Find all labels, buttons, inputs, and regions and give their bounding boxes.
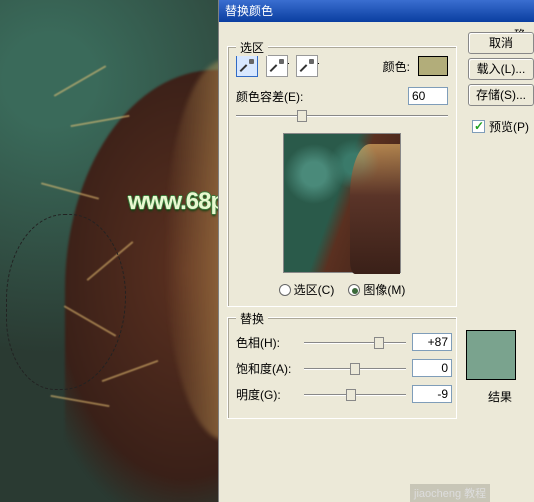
dialog-button-column: 取消 载入(L)... 存储(S)... 预览(P) bbox=[468, 32, 534, 135]
dialog-title: 替换颜色 bbox=[219, 0, 534, 22]
image-canvas[interactable]: www.68ps.com bbox=[0, 0, 225, 502]
fuzziness-input[interactable] bbox=[408, 87, 448, 105]
load-button[interactable]: 载入(L)... bbox=[468, 58, 534, 80]
sampled-color-swatch[interactable] bbox=[418, 56, 448, 76]
preview-radio-image-label: 图像(M) bbox=[363, 281, 405, 298]
save-button[interactable]: 存储(S)... bbox=[468, 84, 534, 106]
hue-input[interactable] bbox=[412, 333, 452, 351]
fuzziness-label: 颜色容差(E): bbox=[236, 88, 303, 105]
cancel-button[interactable]: 取消 bbox=[468, 32, 534, 54]
lightness-input[interactable] bbox=[412, 385, 452, 403]
eyedropper-subtract-button[interactable] bbox=[296, 55, 318, 77]
eyedropper-add-button[interactable] bbox=[266, 55, 288, 77]
result-color-swatch[interactable] bbox=[466, 330, 516, 380]
hue-slider[interactable] bbox=[304, 334, 406, 352]
hue-slider-thumb[interactable] bbox=[374, 337, 384, 349]
preview-radio-image[interactable]: 图像(M) bbox=[348, 281, 405, 298]
hue-label: 色相(H): bbox=[236, 334, 298, 351]
lightness-slider-thumb[interactable] bbox=[346, 389, 356, 401]
lightness-slider[interactable] bbox=[304, 386, 406, 404]
fuzziness-slider-thumb[interactable] bbox=[297, 110, 307, 122]
preview-checkbox[interactable] bbox=[472, 120, 485, 133]
color-label: 颜色: bbox=[383, 58, 410, 75]
eyedropper-row: 颜色: bbox=[236, 55, 448, 77]
watermark-68ps: www.68ps.com bbox=[128, 188, 225, 216]
lightness-label: 明度(G): bbox=[236, 386, 298, 403]
saturation-slider-thumb[interactable] bbox=[350, 363, 360, 375]
replace-group-label: 替换 bbox=[236, 310, 268, 327]
preview-thumbnail[interactable] bbox=[283, 133, 401, 273]
saturation-label: 饱和度(A): bbox=[236, 360, 298, 377]
saturation-slider[interactable] bbox=[304, 360, 406, 378]
selection-group-label: 选区 bbox=[236, 39, 268, 56]
preview-radio-selection[interactable]: 选区(C) bbox=[279, 281, 335, 298]
preview-checkbox-row[interactable]: 预览(P) bbox=[468, 118, 534, 135]
saturation-row: 饱和度(A): bbox=[236, 358, 452, 378]
watermark-bottom: jiaocheng 教程 bbox=[410, 484, 490, 502]
replace-group: 替换 色相(H): 饱和度(A): 明度(G): bbox=[227, 317, 457, 419]
result-label: 结果 bbox=[488, 388, 512, 405]
lightness-row: 明度(G): bbox=[236, 384, 452, 404]
fuzziness-slider[interactable] bbox=[236, 107, 448, 125]
hue-row: 色相(H): bbox=[236, 332, 452, 352]
saturation-input[interactable] bbox=[412, 359, 452, 377]
preview-radio-selection-label: 选区(C) bbox=[294, 281, 335, 298]
eyedropper-button[interactable] bbox=[236, 55, 258, 77]
selection-group: 选区 颜色: 颜色容差(E): 选区(C) bbox=[227, 46, 457, 307]
replace-color-dialog: 替换颜色 确 选区 颜色: 颜色容差(E): 选区(C) bbox=[218, 0, 534, 502]
preview-mode-radios: 选区(C) 图像(M) bbox=[236, 281, 448, 298]
preview-checkbox-label: 预览(P) bbox=[489, 118, 529, 135]
